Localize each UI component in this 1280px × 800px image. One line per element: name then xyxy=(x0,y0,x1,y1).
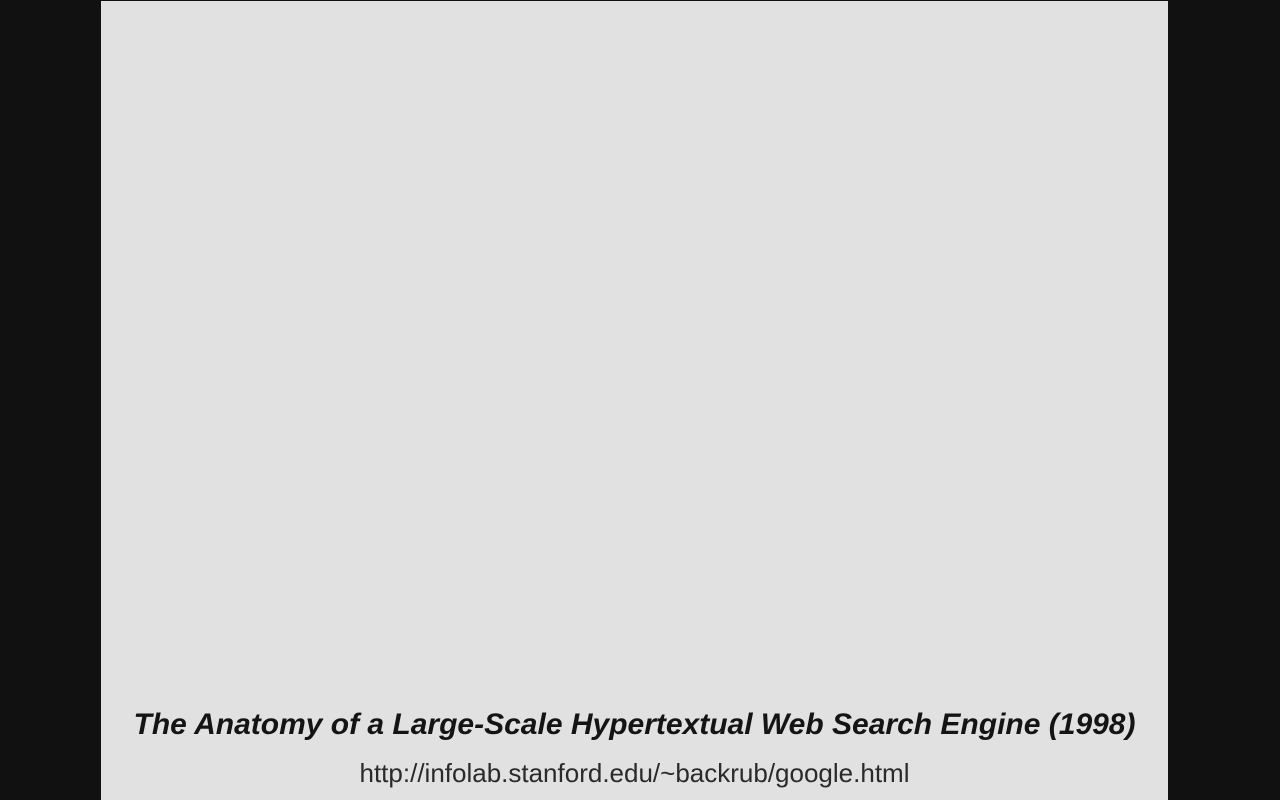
slide-title: The Anatomy of a Large-Scale Hypertextua… xyxy=(133,708,1136,741)
presentation-viewer: The Anatomy of a Large-Scale Hypertextua… xyxy=(0,0,1280,800)
paper-link[interactable]: http://infolab.stanford.edu/~backrub/goo… xyxy=(101,757,1168,789)
slide: The Anatomy of a Large-Scale Hypertextua… xyxy=(101,1,1168,800)
